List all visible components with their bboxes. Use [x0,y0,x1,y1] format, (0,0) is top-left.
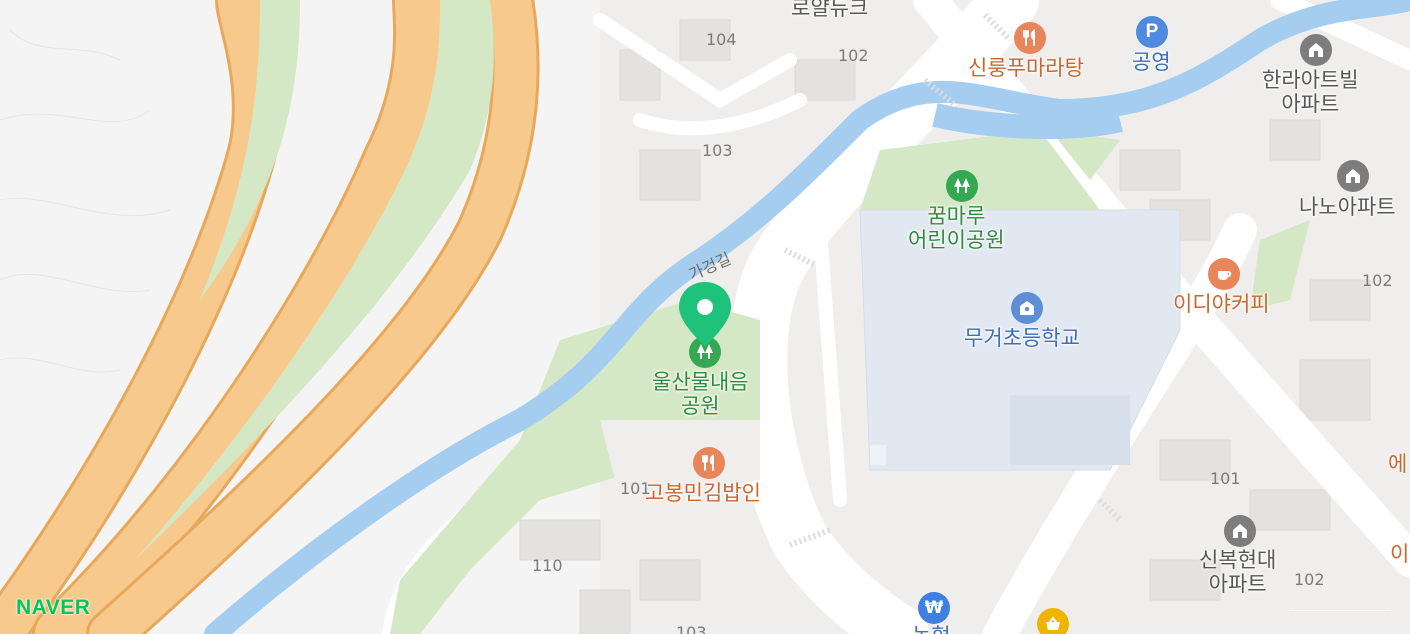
poi-label-line: 어린이공원 [908,228,1005,253]
poi-label-kkummaru-park[interactable]: 꿈마루 어린이공원 [908,204,1005,252]
house-icon[interactable] [1224,515,1256,547]
poi-label-royal-duke[interactable]: 로얄듀크 [791,0,868,20]
poi-label-mugeo-school[interactable]: 무거초등학교 [964,326,1080,350]
parking-icon[interactable]: P [1136,16,1168,48]
poi-label-edge-partial[interactable]: 에 [1388,452,1407,476]
fork-knife-icon[interactable] [693,447,725,479]
scale-bar [1290,610,1390,613]
building-number: 103 [676,623,707,634]
bank-icon[interactable]: ₩ [918,592,950,624]
building-number: 102 [838,46,869,65]
poi-label-nonghyup[interactable]: 농협 [912,624,951,634]
building-number: 103 [702,141,733,160]
basket-icon[interactable] [1037,608,1069,634]
cup-icon[interactable] [1208,258,1240,290]
poi-label-line: 신복현대 [1199,548,1277,572]
map-canvas[interactable]: 104 102 103 102 101 101 110 102 103 가겅길 … [0,0,1410,634]
poi-label-halla-art-villa[interactable]: 한라아트빌 아파트 [1262,68,1359,116]
house-icon[interactable] [1337,160,1369,192]
poi-label-line: 공원 [680,394,720,419]
building-number: 102 [1294,570,1325,589]
poi-label-line: 아파트 [1208,572,1267,597]
school-icon[interactable] [1011,292,1043,324]
poi-label-line: 꿈마루 [927,204,986,228]
poi-label-ulsan-park[interactable]: 울산물내음 공원 [652,370,749,418]
poi-label-sinrung-malatang[interactable]: 신룽푸마라탕 [968,56,1084,80]
poi-label-gobongmin-gimbap[interactable]: 고봉민김밥인 [645,481,761,505]
building-number: 102 [1362,271,1393,290]
poi-label-ediya-coffee[interactable]: 이디야커피 [1173,292,1270,316]
fork-knife-icon[interactable] [1014,22,1046,54]
poi-label-line: 한라아트빌 [1262,68,1359,92]
poi-label-nano-apt[interactable]: 나노아파트 [1299,195,1396,219]
building-number: 101 [1210,469,1241,488]
house-icon[interactable] [1300,34,1332,66]
naver-logo: NAVER [16,596,91,619]
building-number: 110 [532,556,563,575]
poi-label-parking[interactable]: 공영 [1132,50,1171,74]
building-number: 104 [706,30,737,49]
tree-icon[interactable] [946,170,978,202]
poi-label-edge-partial[interactable]: 이 [1390,542,1409,566]
poi-label-sinbok-hyundai[interactable]: 신복현대 아파트 [1199,548,1276,596]
poi-label-line: 아파트 [1281,92,1340,117]
poi-label-line: 울산물내음 [652,370,749,394]
map-pin-icon[interactable] [676,280,734,348]
